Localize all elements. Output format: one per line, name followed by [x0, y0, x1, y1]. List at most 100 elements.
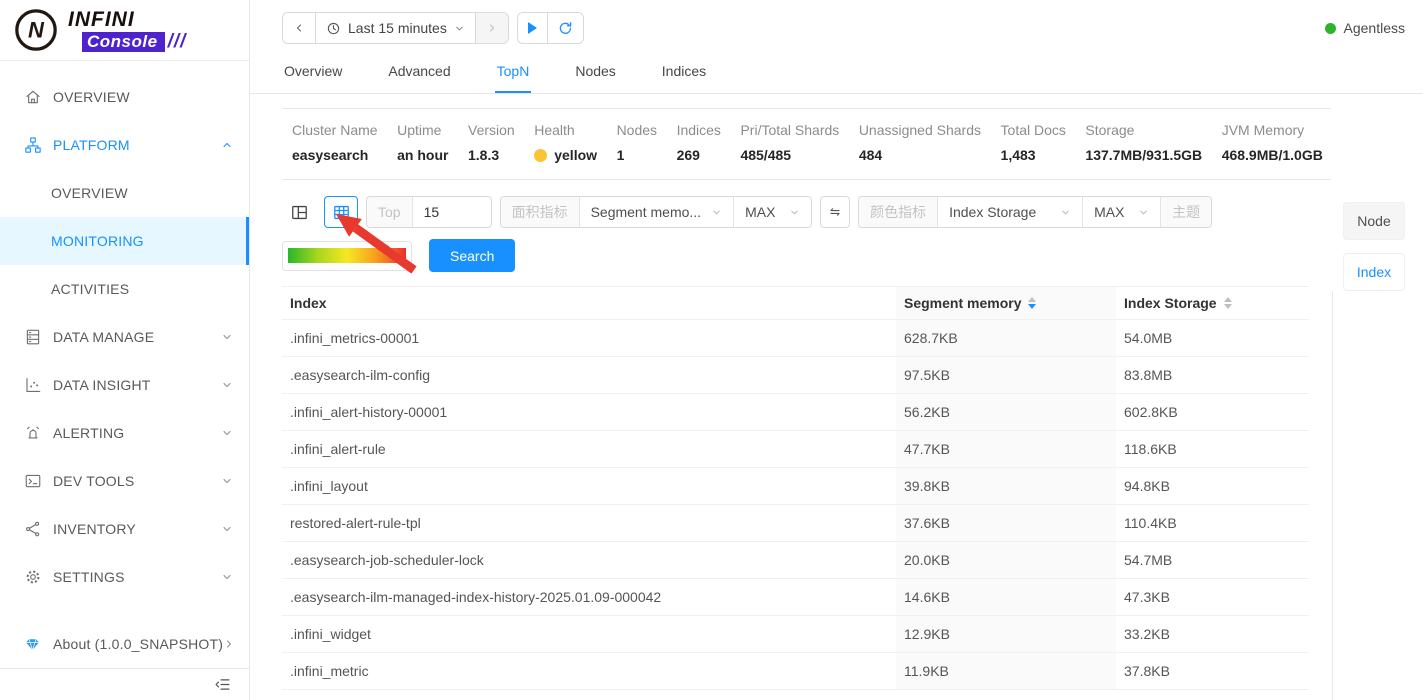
cluster-stat: Unassigned Shards484 [859, 122, 981, 163]
dimension-rail: Node Index [1343, 94, 1407, 700]
infini-logo-icon: N [13, 7, 59, 53]
sidebar-item-settings[interactable]: SETTINGS [0, 553, 249, 601]
column-header-segment-memory[interactable]: Segment memory [896, 287, 1116, 319]
sidebar-item-label: ALERTING [53, 425, 221, 441]
column-header-index-storage[interactable]: Index Storage [1116, 287, 1309, 319]
sidebar-menu: OVERVIEW PLATFORM OVERVIEW MONITORING AC… [0, 61, 249, 668]
index-storage-cell: 118.6KB [1116, 431, 1309, 467]
sort-icon[interactable] [1028, 297, 1036, 309]
stat-value: 269 [677, 147, 721, 163]
dimension-index-button[interactable]: Index [1343, 253, 1405, 291]
refresh-button[interactable] [547, 13, 583, 43]
clock-icon [326, 21, 341, 36]
brand-logo[interactable]: N INFINI Console /// [0, 0, 249, 61]
tab-topn[interactable]: TopN [495, 54, 532, 93]
cluster-stat: Uptimean hour [397, 122, 448, 163]
sidebar-item-data-manage[interactable]: DATA MANAGE [0, 313, 249, 361]
terminal-icon [24, 472, 42, 490]
index-name-cell: .infini_widget [282, 616, 896, 652]
cluster-stat: JVM Memory468.9MB/1.0GB [1222, 122, 1323, 163]
share-icon [24, 520, 42, 538]
sidebar-item-label: DATA MANAGE [53, 329, 221, 345]
dimension-node-button[interactable]: Node [1343, 202, 1405, 240]
topn-table: Index Segment memory Index Storage .infi… [282, 286, 1309, 690]
time-next-button[interactable] [475, 13, 508, 43]
stat-value: 137.7MB/931.5GB [1085, 147, 1202, 163]
sort-icon[interactable] [1224, 297, 1232, 309]
segment-memory-cell: 20.0KB [896, 542, 1116, 578]
sidebar-item-alerting[interactable]: ALERTING [0, 409, 249, 457]
stat-label: Pri/Total Shards [740, 122, 839, 138]
table-row[interactable]: .easysearch-job-scheduler-lock20.0KB54.7… [282, 542, 1309, 579]
color-agg-select[interactable]: MAX [1082, 197, 1160, 227]
stat-value: 485/485 [740, 147, 839, 163]
color-metric-select[interactable]: Index Storage [937, 197, 1082, 227]
sidebar-item-label: OVERVIEW [51, 185, 233, 201]
sidebar-item-label: ACTIVITIES [51, 281, 233, 297]
table-row[interactable]: .easysearch-ilm-managed-index-history-20… [282, 579, 1309, 616]
stat-label: Version [468, 122, 515, 138]
chevron-down-icon [221, 523, 233, 535]
chevron-up-icon [221, 139, 233, 151]
sidebar-item-about[interactable]: About (1.0.0_SNAPSHOT) [0, 620, 249, 668]
sidebar-item-platform[interactable]: PLATFORM [0, 121, 249, 169]
table-row[interactable]: restored-alert-rule-tpl37.6KB110.4KB [282, 505, 1309, 542]
app-root: N INFINI Console /// OVERVIEW [0, 0, 1423, 700]
stat-label: Total Docs [1001, 122, 1066, 138]
sidebar-item-inventory[interactable]: INVENTORY [0, 505, 249, 553]
top-n-input[interactable] [413, 204, 491, 220]
sidebar-item-label: SETTINGS [53, 569, 221, 585]
segment-memory-cell: 39.8KB [896, 468, 1116, 504]
database-icon [24, 328, 42, 346]
table-row[interactable]: .infini_alert-history-0000156.2KB602.8KB [282, 394, 1309, 431]
tab-indices[interactable]: Indices [660, 54, 708, 93]
topbar: Last 15 minutes [250, 0, 1423, 54]
grid-icon [332, 203, 351, 222]
stat-value: easysearch [292, 147, 378, 163]
color-legend [282, 241, 412, 271]
stat-value: 1 [617, 147, 657, 163]
chevron-down-icon [1138, 207, 1149, 218]
area-agg-select[interactable]: MAX [733, 197, 811, 227]
cluster-stat: Healthyellow [534, 122, 597, 163]
table-row[interactable]: .easysearch-ilm-config97.5KB83.8MB [282, 357, 1309, 394]
table-row[interactable]: .infini_metrics-00001628.7KB54.0MB [282, 320, 1309, 357]
tab-advanced[interactable]: Advanced [386, 54, 452, 93]
top-label: Top [367, 197, 412, 227]
table-row[interactable]: .infini_widget12.9KB33.2KB [282, 616, 1309, 653]
sidebar-item-activities[interactable]: ACTIVITIES [0, 265, 249, 313]
area-metric-select[interactable]: Segment memo... [579, 197, 734, 227]
table-row[interactable]: .infini_metric11.9KB37.8KB [282, 653, 1309, 690]
tab-overview[interactable]: Overview [282, 54, 344, 93]
index-name-cell: .easysearch-ilm-config [282, 357, 896, 393]
stat-label: Cluster Name [292, 122, 378, 138]
index-storage-cell: 33.2KB [1116, 616, 1309, 652]
stat-label: JVM Memory [1222, 122, 1323, 138]
chevron-down-icon [221, 427, 233, 439]
sidebar-item-overview[interactable]: OVERVIEW [0, 73, 249, 121]
time-range-button[interactable]: Last 15 minutes [315, 13, 475, 43]
sidebar-item-platform-overview[interactable]: OVERVIEW [0, 169, 249, 217]
index-name-cell: .easysearch-job-scheduler-lock [282, 542, 896, 578]
area-agg-value: MAX [745, 204, 775, 220]
table-row[interactable]: .infini_layout39.8KB94.8KB [282, 468, 1309, 505]
sidebar-item-data-insight[interactable]: DATA INSIGHT [0, 361, 249, 409]
auto-refresh-play-button[interactable] [518, 13, 547, 43]
chevron-down-icon [711, 207, 722, 218]
tab-nodes[interactable]: Nodes [573, 54, 617, 93]
search-button[interactable]: Search [429, 239, 515, 272]
segment-memory-cell: 47.7KB [896, 431, 1116, 467]
chevron-right-icon [223, 638, 235, 650]
menu-fold-icon[interactable] [214, 676, 231, 693]
time-prev-button[interactable] [283, 13, 315, 43]
swap-metrics-button[interactable] [820, 196, 850, 228]
sidebar-item-dev-tools[interactable]: DEV TOOLS [0, 457, 249, 505]
treemap-view-button[interactable] [282, 196, 316, 228]
segment-memory-cell: 628.7KB [896, 320, 1116, 356]
table-body: .infini_metrics-00001628.7KB54.0MB.easys… [282, 320, 1309, 690]
table-row[interactable]: .infini_alert-rule47.7KB118.6KB [282, 431, 1309, 468]
cluster-stats-row: Cluster Name easysearch Uptimean hour Versi… [282, 108, 1331, 180]
stat-label: Storage [1085, 122, 1202, 138]
table-view-button[interactable] [324, 196, 358, 228]
sidebar-item-monitoring[interactable]: MONITORING [0, 217, 249, 265]
